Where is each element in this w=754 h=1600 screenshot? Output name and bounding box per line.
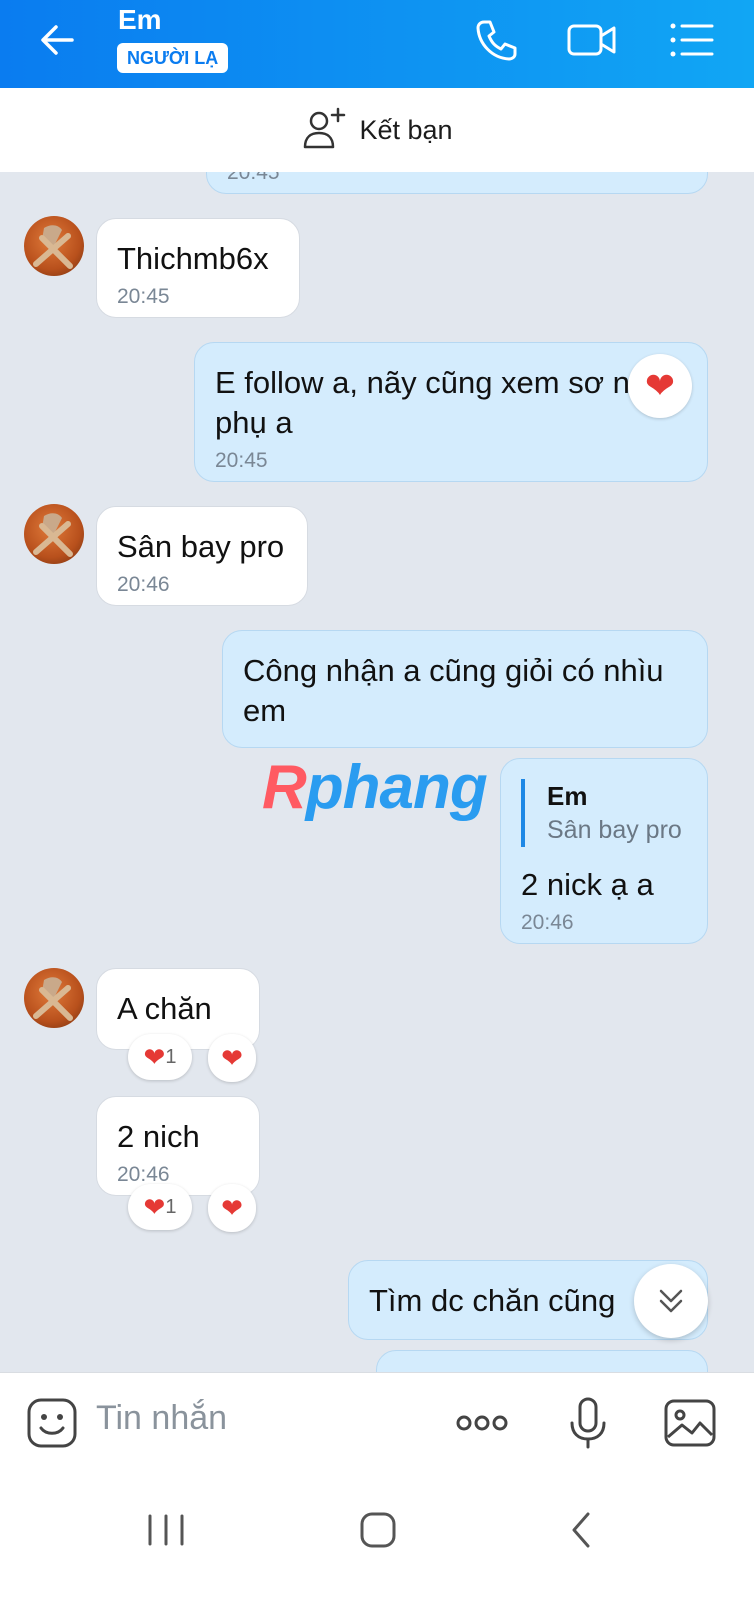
system-navigation-bar xyxy=(0,1472,754,1600)
back-nav-icon[interactable] xyxy=(552,1500,612,1560)
sticker-emoji-icon[interactable] xyxy=(24,1395,80,1451)
heart-icon: ❤ xyxy=(143,1042,166,1072)
add-user-icon xyxy=(301,105,347,156)
message-bubble-out[interactable]: Em Sân bay pro 2 nick ạ a 20:46 xyxy=(500,758,708,944)
video-call-icon[interactable] xyxy=(566,14,618,66)
more-options-icon[interactable] xyxy=(454,1395,510,1451)
avatar[interactable] xyxy=(24,504,84,564)
message-text: A chăn xyxy=(117,991,212,1026)
message-text: 2 nich xyxy=(117,1119,200,1154)
message-text: phụ a xyxy=(215,405,293,440)
message-time: 20:46 xyxy=(117,573,170,596)
quoted-sender: Em xyxy=(547,781,588,811)
avatar[interactable] xyxy=(24,216,84,276)
message-bubble-in[interactable]: Thichmb6x 20:45 xyxy=(96,218,300,318)
heart-icon: ❤ xyxy=(644,365,676,406)
add-friend-bar[interactable]: Kết bạn xyxy=(0,88,754,172)
reaction-summary[interactable]: ❤ 1 xyxy=(128,1184,192,1230)
message-bubble-out[interactable]: Công nhận a cũng giỏi có nhìu em xyxy=(222,630,708,748)
message-list[interactable]: 20:45 Thichmb6x 20:45 E follow a, nãy cũ… xyxy=(0,172,754,1398)
back-arrow-icon[interactable] xyxy=(34,16,82,64)
microphone-icon[interactable] xyxy=(560,1395,616,1451)
message-time: 20:46 xyxy=(117,1163,170,1186)
heart-icon: ❤ xyxy=(143,1192,166,1222)
quoted-message[interactable]: Em Sân bay pro xyxy=(521,779,687,847)
message-input[interactable]: Tin nhắn xyxy=(96,1399,227,1438)
scroll-to-bottom-button[interactable] xyxy=(634,1264,708,1338)
image-gallery-icon[interactable] xyxy=(662,1395,718,1451)
chat-header: Em NGƯỜI LẠ xyxy=(0,0,754,88)
menu-list-icon[interactable] xyxy=(666,14,718,66)
heart-reaction-button[interactable]: ❤ xyxy=(628,354,692,418)
message-bubble-out[interactable]: 20:45 xyxy=(206,172,708,194)
message-time: 20:46 xyxy=(521,911,574,934)
heart-icon: ❤ xyxy=(221,1043,243,1073)
avatar[interactable] xyxy=(24,968,84,1028)
message-bubble-in[interactable]: Sân bay pro 20:46 xyxy=(96,506,308,606)
message-text: Sân bay pro xyxy=(117,529,285,564)
message-text: 2 nick ạ a xyxy=(521,867,654,902)
message-text: E follow a, nãy cũng xem sơ n xyxy=(215,365,630,400)
message-time: 20:45 xyxy=(215,449,268,472)
message-bubble-out[interactable]: E follow a, nãy cũng xem sơ n phụ a 20:4… xyxy=(194,342,708,482)
message-bubble-in[interactable]: 2 nich 20:46 xyxy=(96,1096,260,1196)
recent-apps-icon[interactable] xyxy=(136,1500,196,1560)
heart-reaction-button[interactable]: ❤ xyxy=(208,1034,256,1082)
watermark-logo: Rphang xyxy=(262,753,488,822)
home-icon[interactable] xyxy=(348,1500,408,1560)
add-friend-label[interactable]: Kết bạn xyxy=(359,115,452,146)
heart-reaction-button[interactable]: ❤ xyxy=(208,1184,256,1232)
message-time: 20:45 xyxy=(227,172,280,184)
message-time: 20:45 xyxy=(117,285,170,308)
message-input-bar: Tin nhắn xyxy=(0,1372,754,1472)
stranger-badge: NGƯỜI LẠ xyxy=(117,43,229,73)
double-chevron-down-icon xyxy=(659,1289,683,1313)
quoted-text: Sân bay pro xyxy=(547,816,682,844)
message-text: em xyxy=(243,693,287,728)
reaction-summary[interactable]: ❤ 1 xyxy=(128,1034,192,1080)
message-text: Công nhận a cũng giỏi có nhìu xyxy=(243,653,664,688)
heart-icon: ❤ xyxy=(221,1193,243,1223)
message-text: Thichmb6x xyxy=(117,241,269,276)
phone-icon[interactable] xyxy=(470,14,522,66)
contact-name[interactable]: Em xyxy=(118,4,162,36)
